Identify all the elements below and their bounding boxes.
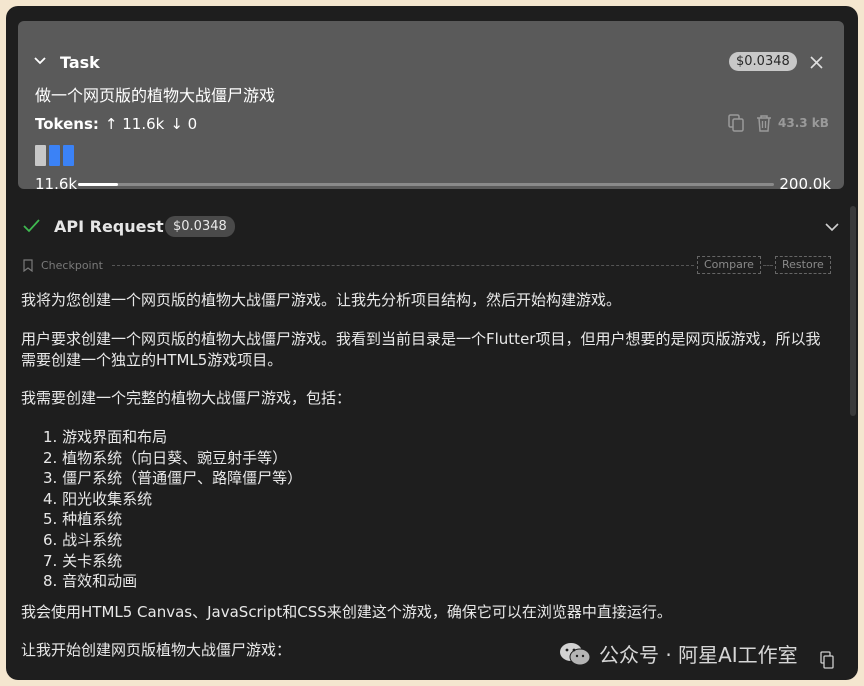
list-item: 5. 种植系统 [43,510,123,529]
tokens-row: Tokens: ↑ 11.6k ↓ 0 [35,115,197,133]
close-icon[interactable] [810,56,823,69]
list-item: 8. 音效和动画 [43,572,138,591]
api-request-row[interactable]: API Request $0.0348 [20,214,840,242]
wechat-icon [560,642,591,665]
token-bar [63,145,74,166]
task-title: Task [60,53,100,72]
bookmark-icon [23,259,33,272]
context-progress-fill [78,183,119,186]
token-bars [35,145,74,166]
message-intro: 我将为您创建一个网页版的植物大战僵尸游戏。让我先分析项目结构，然后开始构建游戏。 [21,291,622,309]
task-cost-badge: $0.0348 [729,52,797,71]
check-icon [23,219,40,233]
checkpoint-row: Checkpoint Compare Restore [20,256,842,276]
context-used: 11.6k [35,175,78,193]
divider [763,265,773,266]
context-max: 200.0k [779,175,831,193]
message-paragraph: 我会使用HTML5 Canvas、JavaScript和CSS来创建这个游戏，确… [21,603,672,621]
list-item: 7. 关卡系统 [43,551,123,570]
api-cost-badge: $0.0348 [165,216,235,237]
token-bar [49,145,60,166]
message-paragraph: 让我开始创建网页版植物大战僵尸游戏： [21,641,292,659]
message-paragraph: 我需要创建一个完整的植物大战僵尸游戏，包括： [21,389,352,407]
list-item: 1. 游戏界面和布局 [43,428,168,446]
message-paragraph: 用户要求创建一个网页版的植物大战僵尸游戏。我看到当前目录是一个Flutter项目… [21,330,821,369]
divider [112,265,694,266]
token-bar [35,145,46,166]
watermark-text: 公众号 · 阿星AI工作室 [599,643,798,667]
checkpoint-label: Checkpoint [41,259,103,272]
list-item: 4. 阳光收集系统 [43,489,153,508]
context-progress-bar [78,183,774,186]
list-item: 3. 僵尸系统（普通僵尸、路障僵尸等） [43,469,303,488]
chat-panel: Task $0.0348 做一个网页版的植物大战僵尸游戏 Tokens: ↑ 1… [6,6,858,680]
task-card: Task $0.0348 做一个网页版的植物大战僵尸游戏 Tokens: ↑ 1… [18,21,844,193]
list-item: 2. 植物系统（向日葵、豌豆射手等） [43,448,288,467]
task-description: 做一个网页版的植物大战僵尸游戏 [35,86,276,105]
tokens-label: Tokens: [35,115,99,133]
task-size: 43.3 kB [778,116,829,130]
trash-icon[interactable] [756,114,772,132]
compare-button[interactable]: Compare [697,256,761,274]
feature-list: 1. 游戏界面和布局 2. 植物系统（向日葵、豌豆射手等） 3. 僵尸系统（普通… [43,427,302,592]
restore-button[interactable]: Restore [775,256,831,274]
chevron-down-icon[interactable] [825,223,839,232]
copy-icon[interactable] [728,114,744,132]
tokens-out: ↓ 0 [170,115,198,133]
scrollbar[interactable] [850,206,856,416]
chevron-down-icon[interactable] [34,55,46,67]
api-request-title: API Request [54,217,164,236]
copy-icon[interactable] [820,651,834,669]
watermark: 公众号 · 阿星AI工作室 [559,639,798,668]
tokens-in: ↑ 11.6k [104,115,165,133]
list-item: 6. 战斗系统 [43,530,123,549]
context-window-row: 11.6k 200.0k [35,175,831,193]
